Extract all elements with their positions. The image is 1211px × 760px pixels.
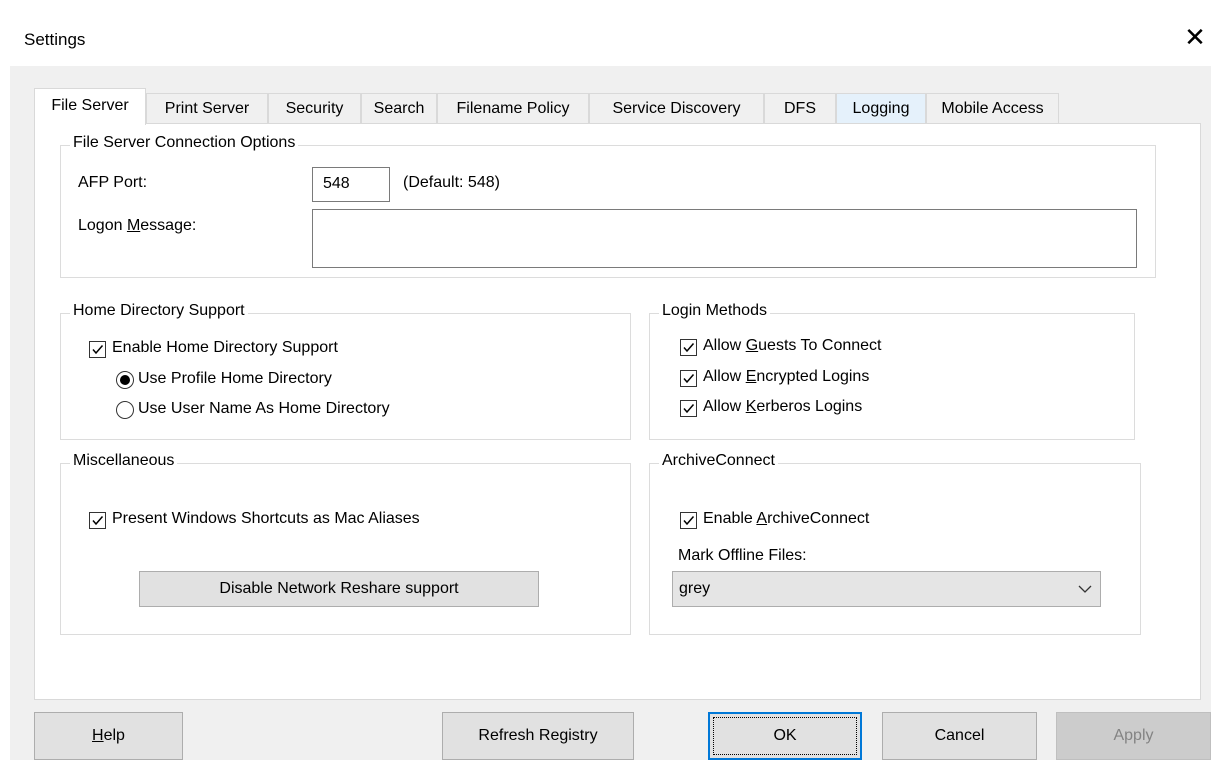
logon-message-input[interactable] [312,209,1137,268]
present-shortcuts-checkbox[interactable] [89,512,106,529]
username-home-directory-label[interactable]: Use User Name As Home Directory [138,400,390,418]
focus-rectangle [713,717,857,755]
archiveconnect-legend: ArchiveConnect [659,452,778,470]
miscellaneous-group [60,463,631,635]
allow-encrypted-label[interactable]: Allow Encrypted Logins [703,368,869,386]
tab-security[interactable]: Security [268,93,361,123]
checkmark-icon [92,516,104,526]
apply-button[interactable]: Apply [1056,712,1211,760]
tab-search[interactable]: Search [361,93,437,123]
tab-filename-policy[interactable]: Filename Policy [437,93,589,123]
tab-logging[interactable]: Logging [836,93,926,123]
afp-port-input[interactable]: 548 [312,167,390,202]
allow-kerberos-label[interactable]: Allow Kerberos Logins [703,398,862,416]
enable-home-directory-checkbox[interactable] [89,341,106,358]
checkmark-icon [683,343,695,353]
tab-file-server[interactable]: File Server [34,88,146,125]
chevron-down-icon [1078,585,1092,593]
mark-offline-files-label: Mark Offline Files: [678,547,807,564]
home-directory-legend: Home Directory Support [70,302,248,320]
ok-button[interactable]: OK [708,712,862,760]
checkmark-icon [92,345,104,355]
checkmark-icon [683,374,695,384]
checkmark-icon [683,404,695,414]
tab-dfs[interactable]: DFS [764,93,836,123]
enable-archiveconnect-checkbox[interactable] [680,512,697,529]
connection-options-legend: File Server Connection Options [70,134,299,152]
tab-service-discovery[interactable]: Service Discovery [589,93,764,123]
allow-kerberos-checkbox[interactable] [680,400,697,417]
miscellaneous-legend: Miscellaneous [70,452,178,470]
afp-port-label: AFP Port: [78,174,148,191]
refresh-registry-button[interactable]: Refresh Registry [442,712,634,760]
radio-selected-dot [120,375,130,385]
allow-guests-label[interactable]: Allow Guests To Connect [703,337,881,355]
window-title: Settings [24,30,86,49]
help-button[interactable]: Help [34,712,183,760]
mark-offline-files-value: grey [679,580,711,597]
allow-guests-checkbox[interactable] [680,339,697,356]
login-methods-legend: Login Methods [659,302,770,320]
enable-home-directory-label[interactable]: Enable Home Directory Support [112,339,338,357]
tab-print-server[interactable]: Print Server [146,93,268,123]
profile-home-directory-label[interactable]: Use Profile Home Directory [138,370,332,388]
allow-encrypted-checkbox[interactable] [680,370,697,387]
logon-message-label: Logon Message: [78,217,197,234]
mark-offline-files-select[interactable]: grey [672,571,1101,607]
cancel-button[interactable]: Cancel [882,712,1037,760]
radio-profile-home-directory[interactable] [116,371,134,389]
checkmark-icon [683,516,695,526]
enable-archiveconnect-label[interactable]: Enable ArchiveConnect [703,510,869,528]
close-icon[interactable]: ✕ [1180,22,1210,52]
afp-port-default: (Default: 548) [403,174,500,191]
disable-reshare-button[interactable]: Disable Network Reshare support [139,571,539,607]
tab-mobile-access[interactable]: Mobile Access [926,93,1059,123]
present-shortcuts-label[interactable]: Present Windows Shortcuts as Mac Aliases [112,510,420,528]
radio-username-home-directory[interactable] [116,401,134,419]
